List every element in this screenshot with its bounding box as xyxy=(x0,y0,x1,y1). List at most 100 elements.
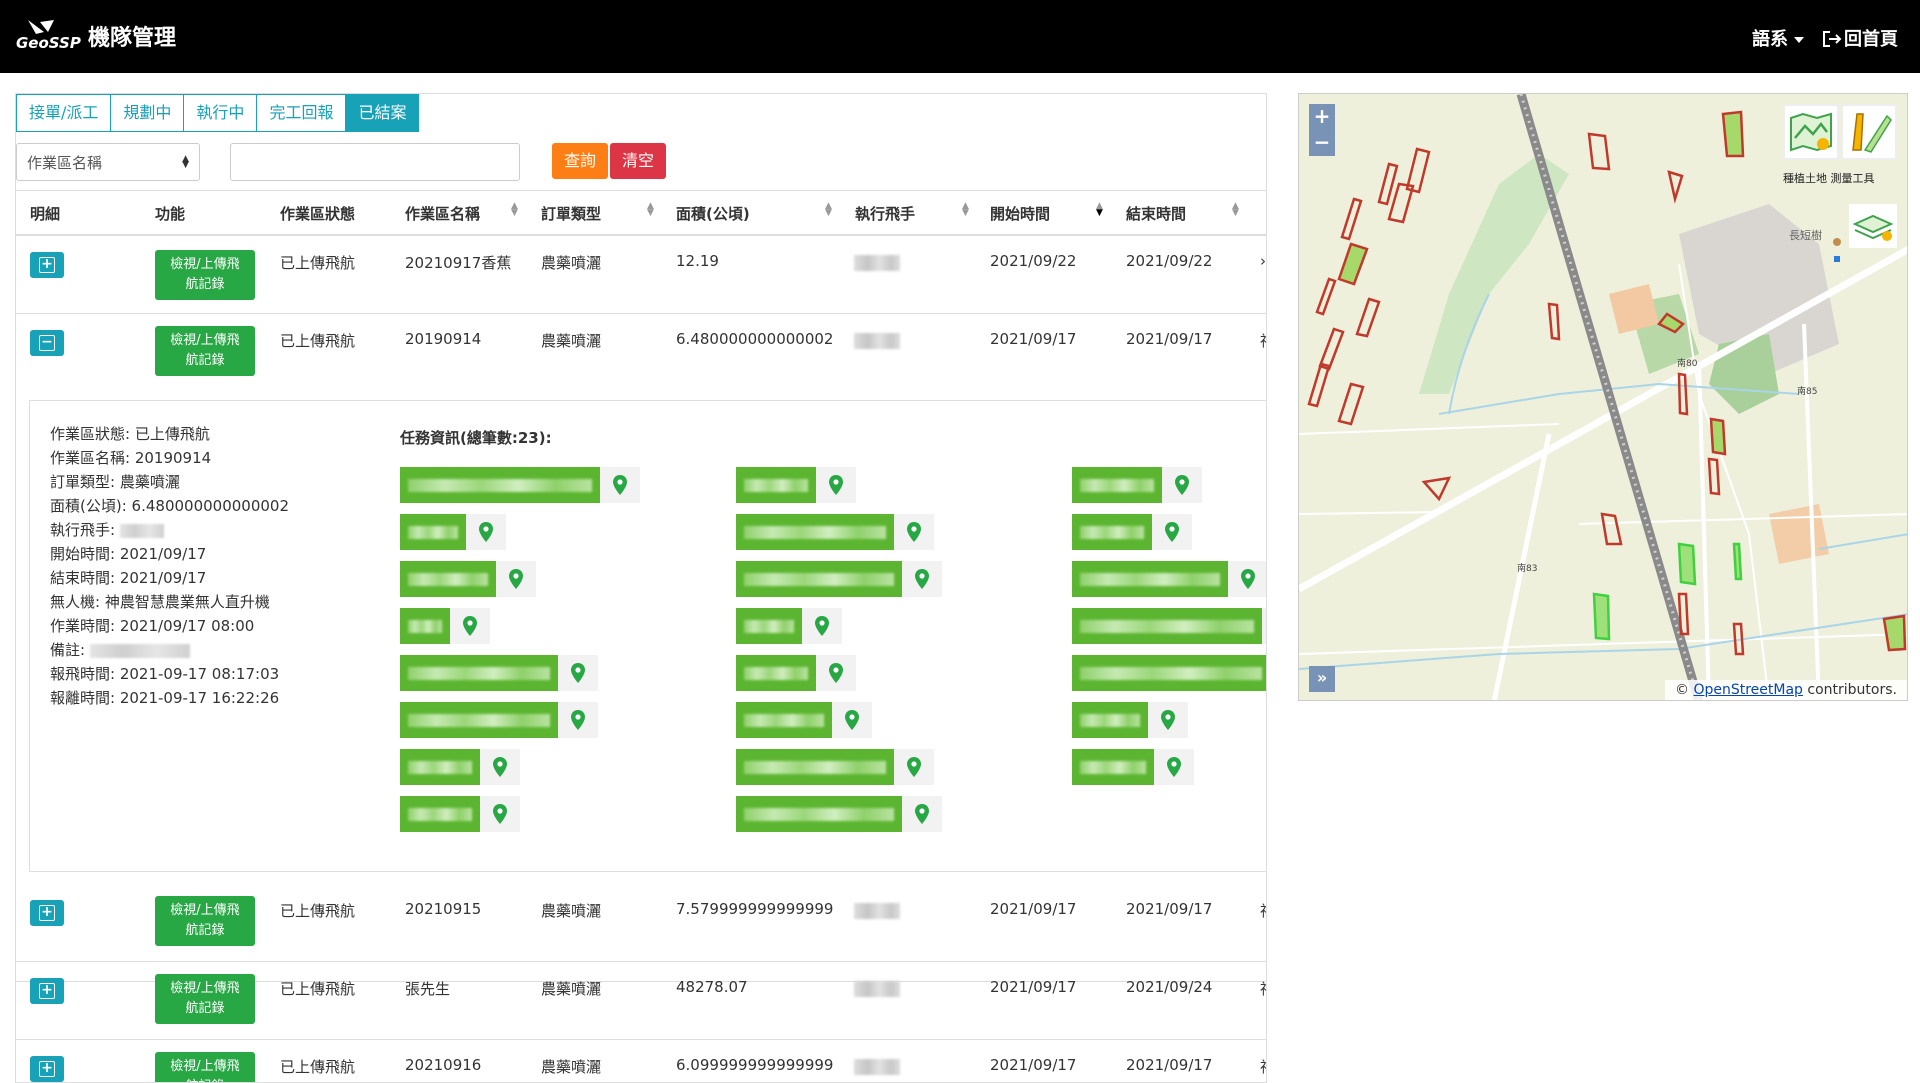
openstreetmap-link[interactable]: OpenStreetMap xyxy=(1693,682,1802,698)
locate-task-button[interactable] xyxy=(558,655,598,691)
zoom-in-button[interactable]: + xyxy=(1309,104,1335,130)
locate-task-button[interactable] xyxy=(480,796,520,832)
row-order-type: 農藥噴灑 xyxy=(541,902,602,920)
zoom-out-button[interactable]: − xyxy=(1309,130,1335,156)
filter-field-select[interactable]: 作業區名稱 ▲ ▼ xyxy=(16,143,200,181)
plus-square-icon: + xyxy=(39,1061,55,1077)
detail-end-time: 結束時間: 2021/09/17 xyxy=(50,569,207,587)
task-label-redacted xyxy=(1072,467,1162,503)
detail-status: 作業區狀態: 已上傳飛航 xyxy=(50,425,210,443)
sort-icon[interactable]: ▲ ▼ xyxy=(1232,202,1239,218)
sort-icon[interactable]: ▲ ▼ xyxy=(511,202,518,218)
view-upload-flight-log-button[interactable]: 檢視/上傳飛航記錄 xyxy=(155,250,255,300)
column-header-detail: 明細 xyxy=(30,205,61,223)
language-dropdown[interactable]: 語系 xyxy=(1752,25,1804,51)
view-upload-flight-log-button[interactable]: 檢視/上傳飛航記錄 xyxy=(155,896,255,946)
locate-task-button[interactable] xyxy=(1148,702,1188,738)
home-link[interactable]: 回首頁 xyxy=(1822,25,1898,51)
locate-task-button[interactable] xyxy=(1228,561,1266,597)
sort-desc-icon[interactable]: ▲ ▼ xyxy=(1096,202,1103,218)
tab-dispatch[interactable]: 接單/派工 xyxy=(16,94,111,132)
column-header-status[interactable]: 作業區狀態 xyxy=(280,203,355,224)
row-status: 已上傳飛航 xyxy=(280,1058,356,1076)
pilot-redacted xyxy=(119,523,164,538)
plus-square-icon: + xyxy=(39,905,55,921)
detail-area: 面積(公頃): 6.480000000000002 xyxy=(50,497,290,515)
filter-keyword-input[interactable] xyxy=(230,143,520,181)
pilot-name-redacted xyxy=(854,333,900,349)
locate-task-button[interactable] xyxy=(894,749,934,785)
sort-icon[interactable]: ▲ ▼ xyxy=(647,202,654,218)
view-upload-flight-log-button[interactable]: 檢視/上傳飛航記錄 xyxy=(155,974,255,1024)
locate-task-button[interactable] xyxy=(450,608,490,644)
tab-executing[interactable]: 執行中 xyxy=(183,94,257,132)
locate-task-button[interactable] xyxy=(816,655,856,691)
row-end-time: 2021/09/17 xyxy=(1126,900,1213,918)
task-label-redacted xyxy=(736,796,902,832)
pilot-name-redacted xyxy=(854,903,900,919)
locate-task-button[interactable] xyxy=(816,467,856,503)
locate-task-button[interactable] xyxy=(466,514,506,550)
map-pin-icon xyxy=(1167,757,1181,777)
expand-row-button[interactable]: + xyxy=(30,978,64,1004)
tab-completion-report[interactable]: 完工回報 xyxy=(256,94,346,132)
pilot-name-redacted xyxy=(854,981,900,997)
map-pin-icon xyxy=(1161,710,1175,730)
locate-task-button[interactable] xyxy=(1162,467,1202,503)
task-label-redacted xyxy=(400,655,558,691)
locate-task-button[interactable] xyxy=(802,608,842,644)
locate-task-button[interactable] xyxy=(894,514,934,550)
task-label-redacted xyxy=(400,749,480,785)
locate-task-button[interactable] xyxy=(902,561,942,597)
map-pin-icon xyxy=(1165,522,1179,542)
language-label: 語系 xyxy=(1752,29,1788,50)
locate-task-button[interactable] xyxy=(1154,749,1194,785)
column-header-name[interactable]: 作業區名稱 xyxy=(405,203,480,224)
sort-icon[interactable]: ▲ ▼ xyxy=(825,202,832,218)
measure-tool-button[interactable] xyxy=(1841,104,1897,160)
map-pin-icon xyxy=(571,710,585,730)
land-tool-button[interactable] xyxy=(1783,104,1839,160)
map-view[interactable]: 長短樹 南80 南85 南83 + − » 種植土地 測量工具 © OpenSt… xyxy=(1298,93,1908,701)
detail-pilot: 執行飛手: xyxy=(50,519,164,540)
expand-panel-button[interactable]: » xyxy=(1309,666,1335,692)
task-label-redacted xyxy=(736,561,902,597)
column-header-pilot[interactable]: 執行飛手 xyxy=(855,203,915,224)
top-navbar: GeoSSP 機隊管理 語系 回首頁 xyxy=(0,0,1920,73)
sort-icon[interactable]: ▲ ▼ xyxy=(962,202,969,218)
map-pin-icon xyxy=(613,475,627,495)
task-label-redacted xyxy=(736,514,894,550)
clear-button[interactable]: 清空 xyxy=(610,143,666,179)
column-header-area[interactable]: 面積(公頃) xyxy=(676,203,750,224)
locate-task-button[interactable] xyxy=(480,749,520,785)
tab-planning[interactable]: 規劃中 xyxy=(110,94,184,132)
expand-row-button[interactable]: + xyxy=(30,1056,64,1082)
locate-task-button[interactable] xyxy=(902,796,942,832)
locate-task-button[interactable] xyxy=(496,561,536,597)
locate-task-button[interactable] xyxy=(558,702,598,738)
tab-closed[interactable]: 已結案 xyxy=(345,94,420,132)
locate-task-button[interactable] xyxy=(1152,514,1192,550)
column-header-start-time[interactable]: 開始時間 xyxy=(990,203,1050,224)
column-header-end-time[interactable]: 結束時間 xyxy=(1126,203,1186,224)
task-label-redacted xyxy=(400,796,480,832)
column-header-order-type[interactable]: 訂單類型 xyxy=(541,203,601,224)
row-overflow: 神 xyxy=(1260,900,1266,921)
locate-task-button[interactable] xyxy=(1262,608,1266,644)
layer-switcher-button[interactable] xyxy=(1849,204,1897,248)
task-label-redacted xyxy=(1072,655,1266,691)
row-name: 20210916 xyxy=(405,1056,482,1074)
expand-row-button[interactable]: + xyxy=(30,252,64,278)
collapse-row-button[interactable]: − xyxy=(30,330,64,356)
map-pin-icon xyxy=(509,569,523,589)
expand-row-button[interactable]: + xyxy=(30,900,64,926)
task-info-title: 任務資訊(總筆數:23): xyxy=(400,429,552,447)
locate-task-button[interactable] xyxy=(600,467,640,503)
view-upload-flight-log-button[interactable]: 檢視/上傳飛航記錄 xyxy=(155,326,255,376)
query-button[interactable]: 查詢 xyxy=(552,143,608,179)
detail-report-time: 報飛時間: 2021-09-17 08:17:03 xyxy=(50,665,280,683)
detail-name: 作業區名稱: 20190914 xyxy=(50,449,212,467)
view-upload-flight-log-button[interactable]: 檢視/上傳飛航記錄 xyxy=(155,1052,255,1082)
layers-icon xyxy=(1852,214,1894,241)
locate-task-button[interactable] xyxy=(832,702,872,738)
